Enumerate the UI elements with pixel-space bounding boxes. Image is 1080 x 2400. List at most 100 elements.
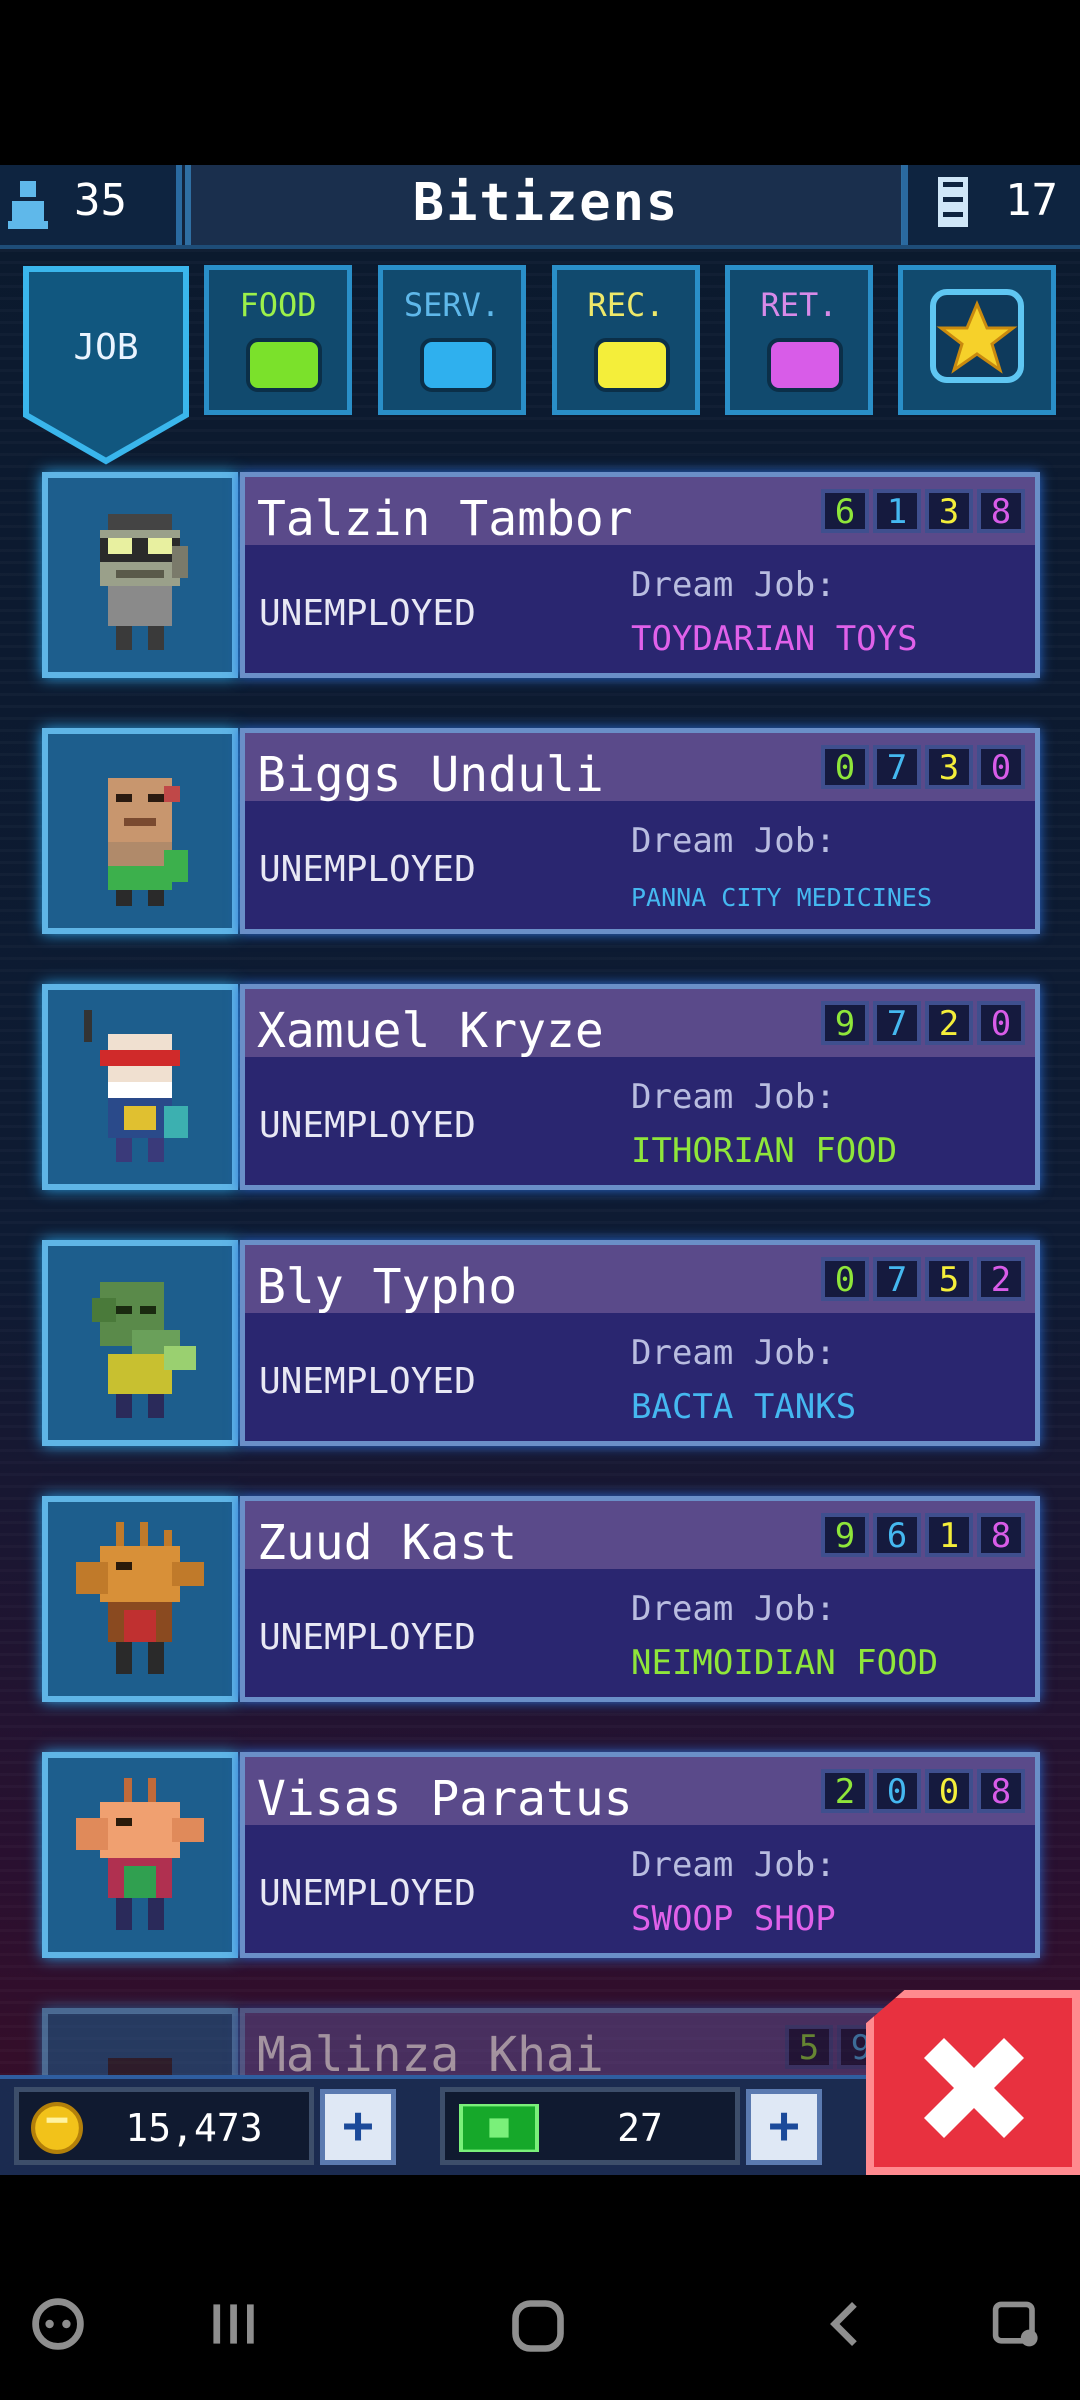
bitizen-card: Talzin Tambor 6 1 3 8 UNEMPLOYED Dream J…	[240, 472, 1040, 678]
stat-food: 9	[821, 1001, 869, 1045]
plus-icon: +	[768, 2096, 800, 2156]
avatar	[42, 728, 238, 934]
population-count: 35	[74, 175, 127, 226]
buy-coins-button[interactable]: +	[320, 2089, 396, 2165]
stat-ret: 8	[977, 1513, 1025, 1557]
tab-serv[interactable]: SERV.	[378, 265, 526, 415]
list-item[interactable]: Xamuel Kryze 9 7 2 0 UNEMPLOYED Dream Jo…	[42, 984, 1040, 1194]
avatar	[42, 1240, 238, 1446]
home-icon[interactable]	[508, 2296, 568, 2360]
stat-serv: 7	[873, 745, 921, 789]
stat-food: 5	[785, 2025, 833, 2069]
avatar	[42, 472, 238, 678]
back-icon[interactable]	[818, 2296, 874, 2356]
employment-status: UNEMPLOYED	[259, 1361, 476, 1402]
stat-serv: 6	[873, 1513, 921, 1557]
stat-ret: 0	[977, 745, 1025, 789]
system-nav-bar	[0, 2240, 1080, 2400]
avatar	[42, 1752, 238, 1958]
bitizen-card: Biggs Unduli 0 7 3 0 UNEMPLOYED Dream Jo…	[240, 728, 1040, 934]
bitizen-name: Talzin Tambor	[257, 491, 633, 547]
population-counter[interactable]: 35	[0, 165, 182, 245]
dream-job-label: Dream Job:	[631, 1589, 836, 1629]
tab-ret[interactable]: RET.	[725, 265, 873, 415]
bitizen-name: Visas Paratus	[257, 1771, 633, 1827]
stat-rec: 3	[925, 745, 973, 789]
coin-counter: 15,473	[14, 2087, 314, 2165]
list-item[interactable]: Visas Paratus 2 0 0 8 UNEMPLOYED Dream J…	[42, 1752, 1040, 1962]
bitizen-card: Xamuel Kryze 9 7 2 0 UNEMPLOYED Dream Jo…	[240, 984, 1040, 1190]
tab-rec[interactable]: REC.	[552, 265, 700, 415]
screen-lock-icon[interactable]	[990, 2296, 1046, 2356]
stat-food: 0	[821, 745, 869, 789]
stat-rec: 5	[925, 1257, 973, 1301]
stat-ret: 8	[977, 1769, 1025, 1813]
tab-ret-label: RET.	[760, 286, 838, 324]
stat-serv: 0	[873, 1769, 921, 1813]
stat-serv: 7	[873, 1001, 921, 1045]
recent-apps-icon[interactable]	[205, 2296, 261, 2356]
dream-job-value: BACTA TANKS	[631, 1387, 857, 1427]
dream-job-value: PANNA CITY MEDICINES	[631, 883, 933, 912]
tab-rec-label: REC.	[587, 286, 665, 324]
employment-status: UNEMPLOYED	[259, 1873, 476, 1914]
list-item[interactable]: Zuud Kast 9 6 1 8 UNEMPLOYED Dream Job: …	[42, 1496, 1040, 1706]
bux-counter: 27	[440, 2087, 740, 2165]
dream-job-value: TOYDARIAN TOYS	[631, 619, 918, 659]
stat-rec: 3	[925, 489, 973, 533]
ret-color-pill	[767, 338, 843, 392]
stat-boxes: 0 7 5 2	[821, 1257, 1025, 1301]
coin-amount: 15,473	[125, 2106, 263, 2150]
tab-job[interactable]: JOB	[22, 265, 190, 465]
list-item[interactable]: Bly Typho 0 7 5 2 UNEMPLOYED Dream Job: …	[42, 1240, 1040, 1450]
stat-rec: 1	[925, 1513, 973, 1557]
game-launcher-icon[interactable]	[30, 2296, 86, 2356]
bux-icon	[459, 2104, 539, 2152]
floors-count: 17	[1005, 175, 1058, 226]
bitizen-name: Bly Typho	[257, 1259, 518, 1315]
food-color-pill	[246, 338, 322, 392]
list-item[interactable]: Talzin Tambor 6 1 3 8 UNEMPLOYED Dream J…	[42, 472, 1040, 682]
stat-food: 0	[821, 1257, 869, 1301]
employment-status: UNEMPLOYED	[259, 1617, 476, 1658]
bitizen-name: Zuud Kast	[257, 1515, 518, 1571]
bitizen-name: Biggs Unduli	[257, 747, 604, 803]
person-icon	[8, 181, 48, 233]
rec-color-pill	[594, 338, 670, 392]
bitizen-card: Visas Paratus 2 0 0 8 UNEMPLOYED Dream J…	[240, 1752, 1040, 1958]
stat-boxes: 9 6 1 8	[821, 1513, 1025, 1557]
floors-counter[interactable]: 17	[902, 165, 1080, 245]
stat-ret: 8	[977, 489, 1025, 533]
dream-job-label: Dream Job:	[631, 565, 836, 605]
tab-job-label: JOB	[73, 327, 139, 368]
tab-food[interactable]: FOOD	[204, 265, 352, 415]
employment-status: UNEMPLOYED	[259, 593, 476, 634]
stat-rec: 0	[925, 1769, 973, 1813]
tab-favorites[interactable]	[898, 265, 1056, 415]
bitizen-card: Bly Typho 0 7 5 2 UNEMPLOYED Dream Job: …	[240, 1240, 1040, 1446]
dream-job-value: SWOOP SHOP	[631, 1899, 836, 1939]
dream-job-label: Dream Job:	[631, 1845, 836, 1885]
stat-boxes: 6 1 3 8	[821, 489, 1025, 533]
tab-serv-label: SERV.	[403, 286, 501, 324]
page-title: Bitizens	[412, 173, 680, 233]
bitizen-card: Zuud Kast 9 6 1 8 UNEMPLOYED Dream Job: …	[240, 1496, 1040, 1702]
stat-ret: 0	[977, 1001, 1025, 1045]
page-title-bar: Bitizens	[185, 165, 907, 245]
dream-job-value: ITHORIAN FOOD	[631, 1131, 898, 1171]
plus-icon: +	[342, 2096, 374, 2156]
star-icon	[930, 289, 1024, 383]
dream-job-value: NEIMOIDIAN FOOD	[631, 1643, 939, 1683]
bitizen-name: Xamuel Kryze	[257, 1003, 604, 1059]
stat-food: 6	[821, 489, 869, 533]
stat-serv: 7	[873, 1257, 921, 1301]
stat-boxes: 0 7 3 0	[821, 745, 1025, 789]
stat-serv: 1	[873, 489, 921, 533]
stat-boxes: 9 7 2 0	[821, 1001, 1025, 1045]
dream-job-label: Dream Job:	[631, 821, 836, 861]
close-button[interactable]	[866, 1990, 1080, 2175]
list-item[interactable]: Biggs Unduli 0 7 3 0 UNEMPLOYED Dream Jo…	[42, 728, 1040, 938]
stat-rec: 2	[925, 1001, 973, 1045]
top-bar: 35 Bitizens 17	[0, 165, 1080, 249]
buy-bux-button[interactable]: +	[746, 2089, 822, 2165]
